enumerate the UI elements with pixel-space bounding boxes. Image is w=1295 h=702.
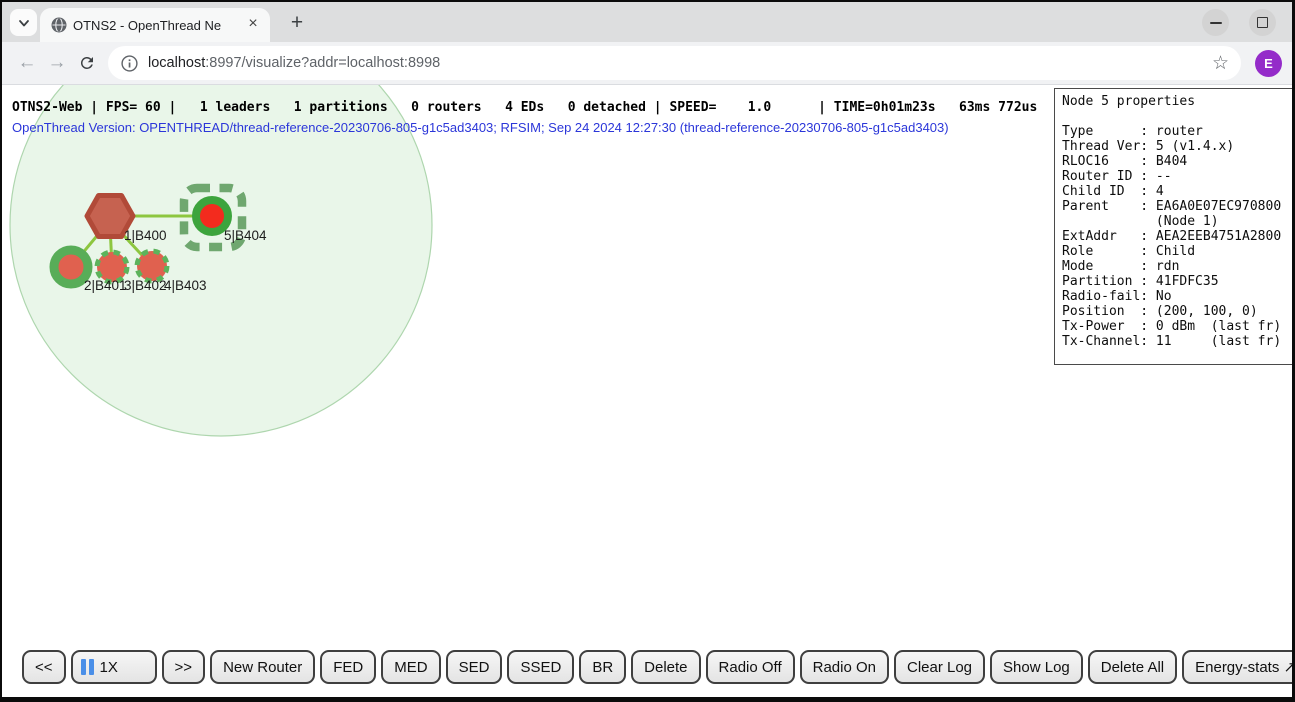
clear-log-button[interactable]: Clear Log [894, 650, 985, 684]
browser-toolbar: ← → localhost:8997/visualize?addr=localh… [2, 42, 1292, 85]
fed-button[interactable]: FED [320, 650, 376, 684]
url-path: :8997/visualize?addr=localhost:8998 [205, 55, 440, 71]
delete-button[interactable]: Delete [631, 650, 700, 684]
radio-off-button[interactable]: Radio Off [706, 650, 795, 684]
speed-pause-button[interactable]: 1X [71, 650, 157, 684]
minimize-button[interactable] [1202, 9, 1229, 36]
reload-button[interactable] [72, 48, 102, 78]
speed-down-button[interactable]: << [22, 650, 66, 684]
speed-up-button[interactable]: >> [162, 650, 206, 684]
url-bar[interactable]: localhost:8997/visualize?addr=localhost:… [108, 46, 1241, 80]
browser-tab[interactable]: OTNS2 - OpenThread Ne × [40, 8, 270, 42]
energy-stats-button[interactable]: Energy-stats ↗ [1182, 650, 1292, 684]
browser-window: OTNS2 - OpenThread Ne × + ← → loca [0, 0, 1295, 702]
new-router-button[interactable]: New Router [210, 650, 315, 684]
new-tab-button[interactable]: + [284, 10, 310, 36]
node-3-label: 3|B402 [124, 278, 167, 293]
show-log-button[interactable]: Show Log [990, 650, 1083, 684]
radio-on-button[interactable]: Radio On [800, 650, 889, 684]
tab-close-icon[interactable]: × [244, 16, 262, 34]
node-properties-text: Node 5 properties Type : router Thread V… [1062, 94, 1292, 349]
node-2[interactable] [54, 250, 88, 284]
titlebar: OTNS2 - OpenThread Ne × + [2, 2, 1292, 42]
back-button[interactable]: ← [12, 48, 42, 78]
delete-all-button[interactable]: Delete All [1088, 650, 1177, 684]
minimize-icon [1210, 22, 1222, 24]
node-4[interactable] [137, 251, 167, 281]
profile-avatar[interactable]: E [1255, 50, 1282, 77]
node-properties-panel: Node 5 properties Type : router Thread V… [1054, 88, 1292, 365]
simulation-status-bar: OTNS2-Web | FPS= 60 | 1 leaders 1 partit… [12, 100, 1037, 115]
node-1-label: 1|B400 [124, 228, 167, 243]
url-host: localhost [148, 55, 205, 71]
reload-icon [78, 54, 96, 72]
globe-icon [51, 17, 67, 33]
chevron-down-icon [17, 16, 31, 30]
window-controls [1202, 9, 1276, 36]
maximize-button[interactable] [1249, 9, 1276, 36]
simulation-controls: << 1X >> New Router FED MED SED SSED BR … [22, 650, 1292, 684]
sed-button[interactable]: SED [446, 650, 503, 684]
pause-icon [81, 659, 94, 675]
br-button[interactable]: BR [579, 650, 626, 684]
openthread-version-text: OpenThread Version: OPENTHREAD/thread-re… [12, 120, 949, 135]
otns-canvas: 1|B400 5|B404 2|B401 3|B402 4|B403 OTNS2… [2, 85, 1292, 697]
node-2-label: 2|B401 [84, 278, 127, 293]
node-5-label: 5|B404 [224, 228, 267, 243]
tab-title: OTNS2 - OpenThread Ne [73, 18, 238, 33]
tab-search-button[interactable] [10, 9, 37, 36]
info-icon[interactable] [118, 52, 140, 74]
url-text: localhost:8997/visualize?addr=localhost:… [148, 55, 1202, 71]
bookmark-star-icon[interactable]: ☆ [1212, 52, 1229, 75]
forward-button[interactable]: → [42, 48, 72, 78]
med-button[interactable]: MED [381, 650, 440, 684]
node-4-label: 4|B403 [164, 278, 207, 293]
maximize-icon [1257, 17, 1268, 28]
speed-label: 1X [100, 659, 118, 676]
ssed-button[interactable]: SSED [507, 650, 574, 684]
